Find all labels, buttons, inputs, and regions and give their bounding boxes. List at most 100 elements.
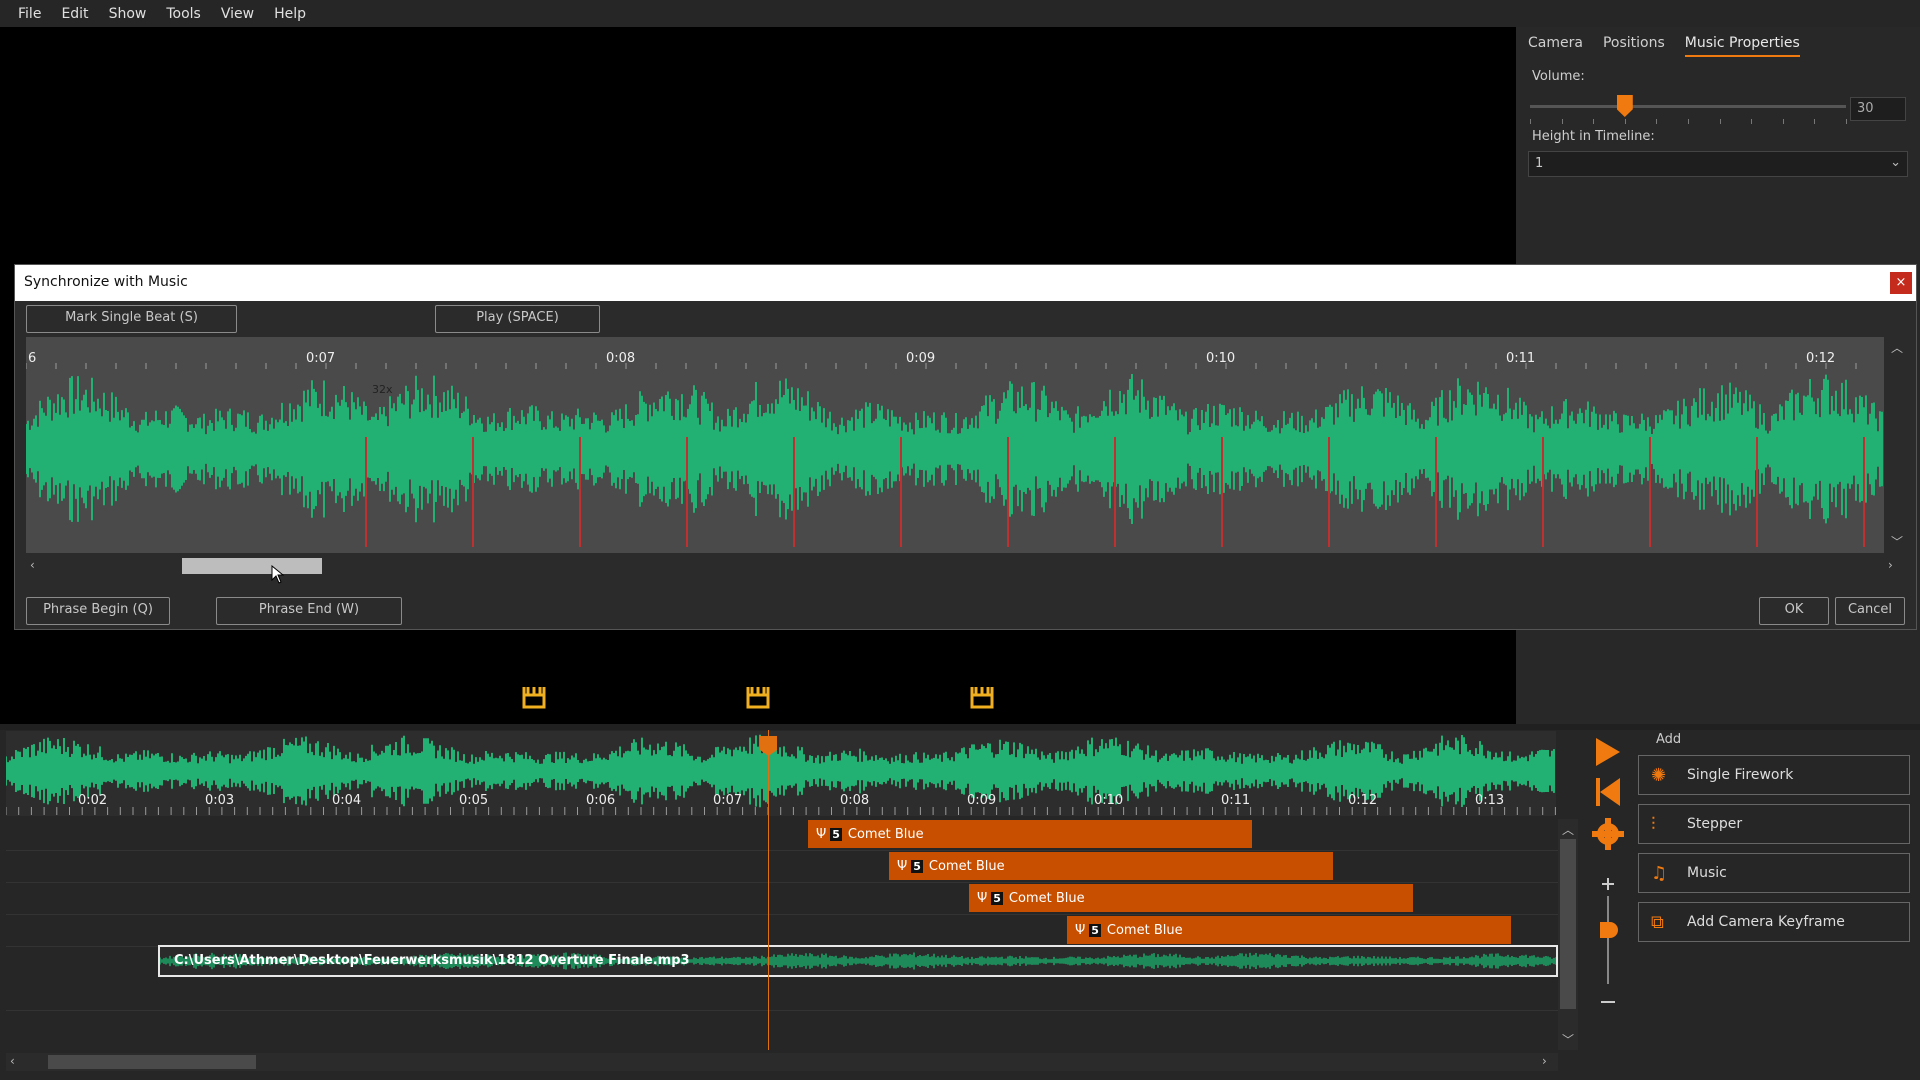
waveform-path [25, 374, 1883, 524]
phrase-begin-button[interactable]: Phrase Begin (Q) [26, 597, 170, 625]
firework-block[interactable]: Ψ 5 Comet Blue [969, 884, 1413, 912]
stepper-icon: ⫶ [1651, 813, 1656, 835]
mark-beat-button[interactable]: Mark Single Beat (S) [26, 305, 237, 333]
timeline-horizontal-scrollbar[interactable]: ‹ › [6, 1053, 1558, 1071]
menu-show[interactable]: Show [99, 6, 157, 22]
firework-icon: Ψ [1075, 922, 1086, 938]
slider-tick [1719, 119, 1721, 124]
add-panel: Add ✺ Single Firework ⫶ Stepper ♫ Music ⧉ Ad… [1580, 730, 1920, 1080]
time-label: 0:08 [606, 351, 636, 366]
music-button[interactable]: ♫ Music [1638, 853, 1910, 893]
menu-help[interactable]: Help [264, 6, 316, 22]
music-label: Music [1687, 865, 1727, 881]
add-camera-keyframe-label: Add Camera Keyframe [1687, 914, 1845, 930]
volume-label: Volume: [1532, 69, 1585, 84]
firework-block[interactable]: Ψ 5 Comet Blue [889, 852, 1333, 880]
height-select-value: 1 [1535, 156, 1544, 171]
time-label: 0:09 [967, 793, 997, 808]
scroll-down-icon[interactable]: ﹀ [1562, 1031, 1574, 1048]
slider-tick [1530, 119, 1531, 124]
slider-tick [1688, 119, 1689, 124]
zoom-label: 32x [372, 383, 393, 396]
time-label: 0:12 [1806, 351, 1836, 366]
mouse-cursor-icon [271, 565, 285, 584]
ok-button[interactable]: OK [1759, 597, 1829, 625]
tab-positions[interactable]: Positions [1603, 35, 1665, 57]
slider-tick [1814, 119, 1816, 124]
music-file-path: C:\Users\Athmer\Desktop\Feuerwerksmusik\… [174, 953, 690, 968]
volume-slider-track[interactable] [1530, 105, 1846, 108]
single-firework-button[interactable]: ✺ Single Firework [1638, 755, 1910, 795]
scrollbar-thumb[interactable] [1560, 839, 1576, 1009]
time-label: 0:05 [459, 793, 489, 808]
height-label: Height in Timeline: [1532, 129, 1655, 144]
firework-block[interactable]: Ψ 5 Comet Blue [1067, 916, 1511, 944]
firework-name: Comet Blue [928, 858, 1005, 874]
menu-edit[interactable]: Edit [51, 6, 98, 22]
scroll-left-icon[interactable]: ‹ [30, 558, 35, 572]
tab-camera[interactable]: Camera [1528, 35, 1583, 57]
stepper-label: Stepper [1687, 816, 1743, 832]
timeline-waveform[interactable] [5, 731, 1556, 816]
firework-block[interactable]: Ψ 5 Comet Blue [808, 820, 1252, 848]
time-label: 0:03 [205, 793, 235, 808]
timeline: 0:02 0:03 0:04 0:05 0:06 0:07 0:08 0:09 … [0, 730, 1580, 1080]
phrase-end-button[interactable]: Phrase End (W) [216, 597, 402, 625]
firework-count: 5 [911, 859, 923, 873]
close-button[interactable]: × [1890, 272, 1912, 294]
scrollbar-thumb[interactable] [182, 558, 322, 574]
music-track-block[interactable]: C:\Users\Athmer\Desktop\Feuerwerksmusik\… [158, 945, 1558, 977]
volume-slider-ticks [1530, 119, 1847, 125]
chevron-down-icon: ⌄ [1890, 155, 1901, 170]
menu-view[interactable]: View [211, 6, 264, 22]
cancel-button[interactable]: Cancel [1835, 597, 1905, 625]
scrollbar-thumb[interactable] [48, 1055, 256, 1069]
time-label: 0:10 [1206, 351, 1236, 366]
time-label: 0:10 [1094, 793, 1124, 808]
transport-controls [1592, 738, 1624, 1003]
dialog-title: Synchronize with Music [15, 265, 1916, 301]
menu-file[interactable]: File [8, 6, 51, 22]
zoom-slider-thumb [1600, 922, 1618, 938]
firework-icon: Ψ [897, 858, 908, 874]
scroll-right-icon[interactable]: › [1888, 558, 1893, 572]
scroll-right-icon[interactable]: › [1542, 1054, 1547, 1068]
vertical-scrollbar[interactable]: ︿ ﹀ [1886, 337, 1908, 553]
firework-count: 5 [830, 827, 842, 841]
firework-icon: Ψ [816, 826, 827, 842]
camera-keyframe-icon [970, 687, 994, 709]
time-label: 0:12 [1348, 793, 1378, 808]
horizontal-scrollbar[interactable]: ‹ › [26, 555, 1906, 577]
scroll-left-icon[interactable]: ‹ [10, 1054, 15, 1068]
slider-tick [1624, 119, 1626, 124]
camera-keyframe-icon: ⧉ [1651, 911, 1664, 933]
menu-tools[interactable]: Tools [156, 6, 211, 22]
play-button[interactable]: Play (SPACE) [435, 305, 600, 333]
volume-slider-thumb[interactable] [1616, 95, 1633, 117]
add-camera-keyframe-button[interactable]: ⧉ Add Camera Keyframe [1638, 902, 1910, 942]
volume-input[interactable]: 30 [1850, 97, 1906, 121]
scroll-up-icon[interactable]: ︿ [1891, 339, 1903, 356]
sync-dialog: Synchronize with Music × Mark Single Bea… [14, 264, 1917, 630]
playhead[interactable] [768, 730, 769, 1050]
waveform-path [5, 734, 1555, 808]
scroll-down-icon[interactable]: ﹀ [1891, 533, 1903, 550]
firework-count: 5 [991, 891, 1003, 905]
rewind-icon [1596, 778, 1620, 806]
tab-music-properties[interactable]: Music Properties [1684, 35, 1800, 57]
firework-count: 5 [1089, 923, 1101, 937]
properties-tabs: Camera Positions Music Properties [1528, 35, 1820, 57]
stepper-button[interactable]: ⫶ Stepper [1638, 804, 1910, 844]
slider-tick [1593, 119, 1595, 124]
slider-tick [1782, 119, 1784, 124]
zoom-in-icon [1602, 878, 1614, 890]
time-label: 0:04 [332, 793, 362, 808]
timeline-vertical-scrollbar[interactable]: ︿ ﹀ [1558, 819, 1578, 1050]
slider-tick [1751, 119, 1753, 124]
height-select[interactable]: 1 ⌄ [1528, 151, 1908, 177]
scroll-up-icon[interactable]: ︿ [1562, 821, 1574, 838]
firework-name: Comet Blue [1008, 890, 1085, 906]
time-label: 0:13 [1475, 793, 1505, 808]
camera-keyframe-icon [746, 687, 770, 709]
sync-waveform[interactable]: 32x 6 0:07 0:08 0:09 0:10 0:11 0:12 [25, 337, 1884, 553]
